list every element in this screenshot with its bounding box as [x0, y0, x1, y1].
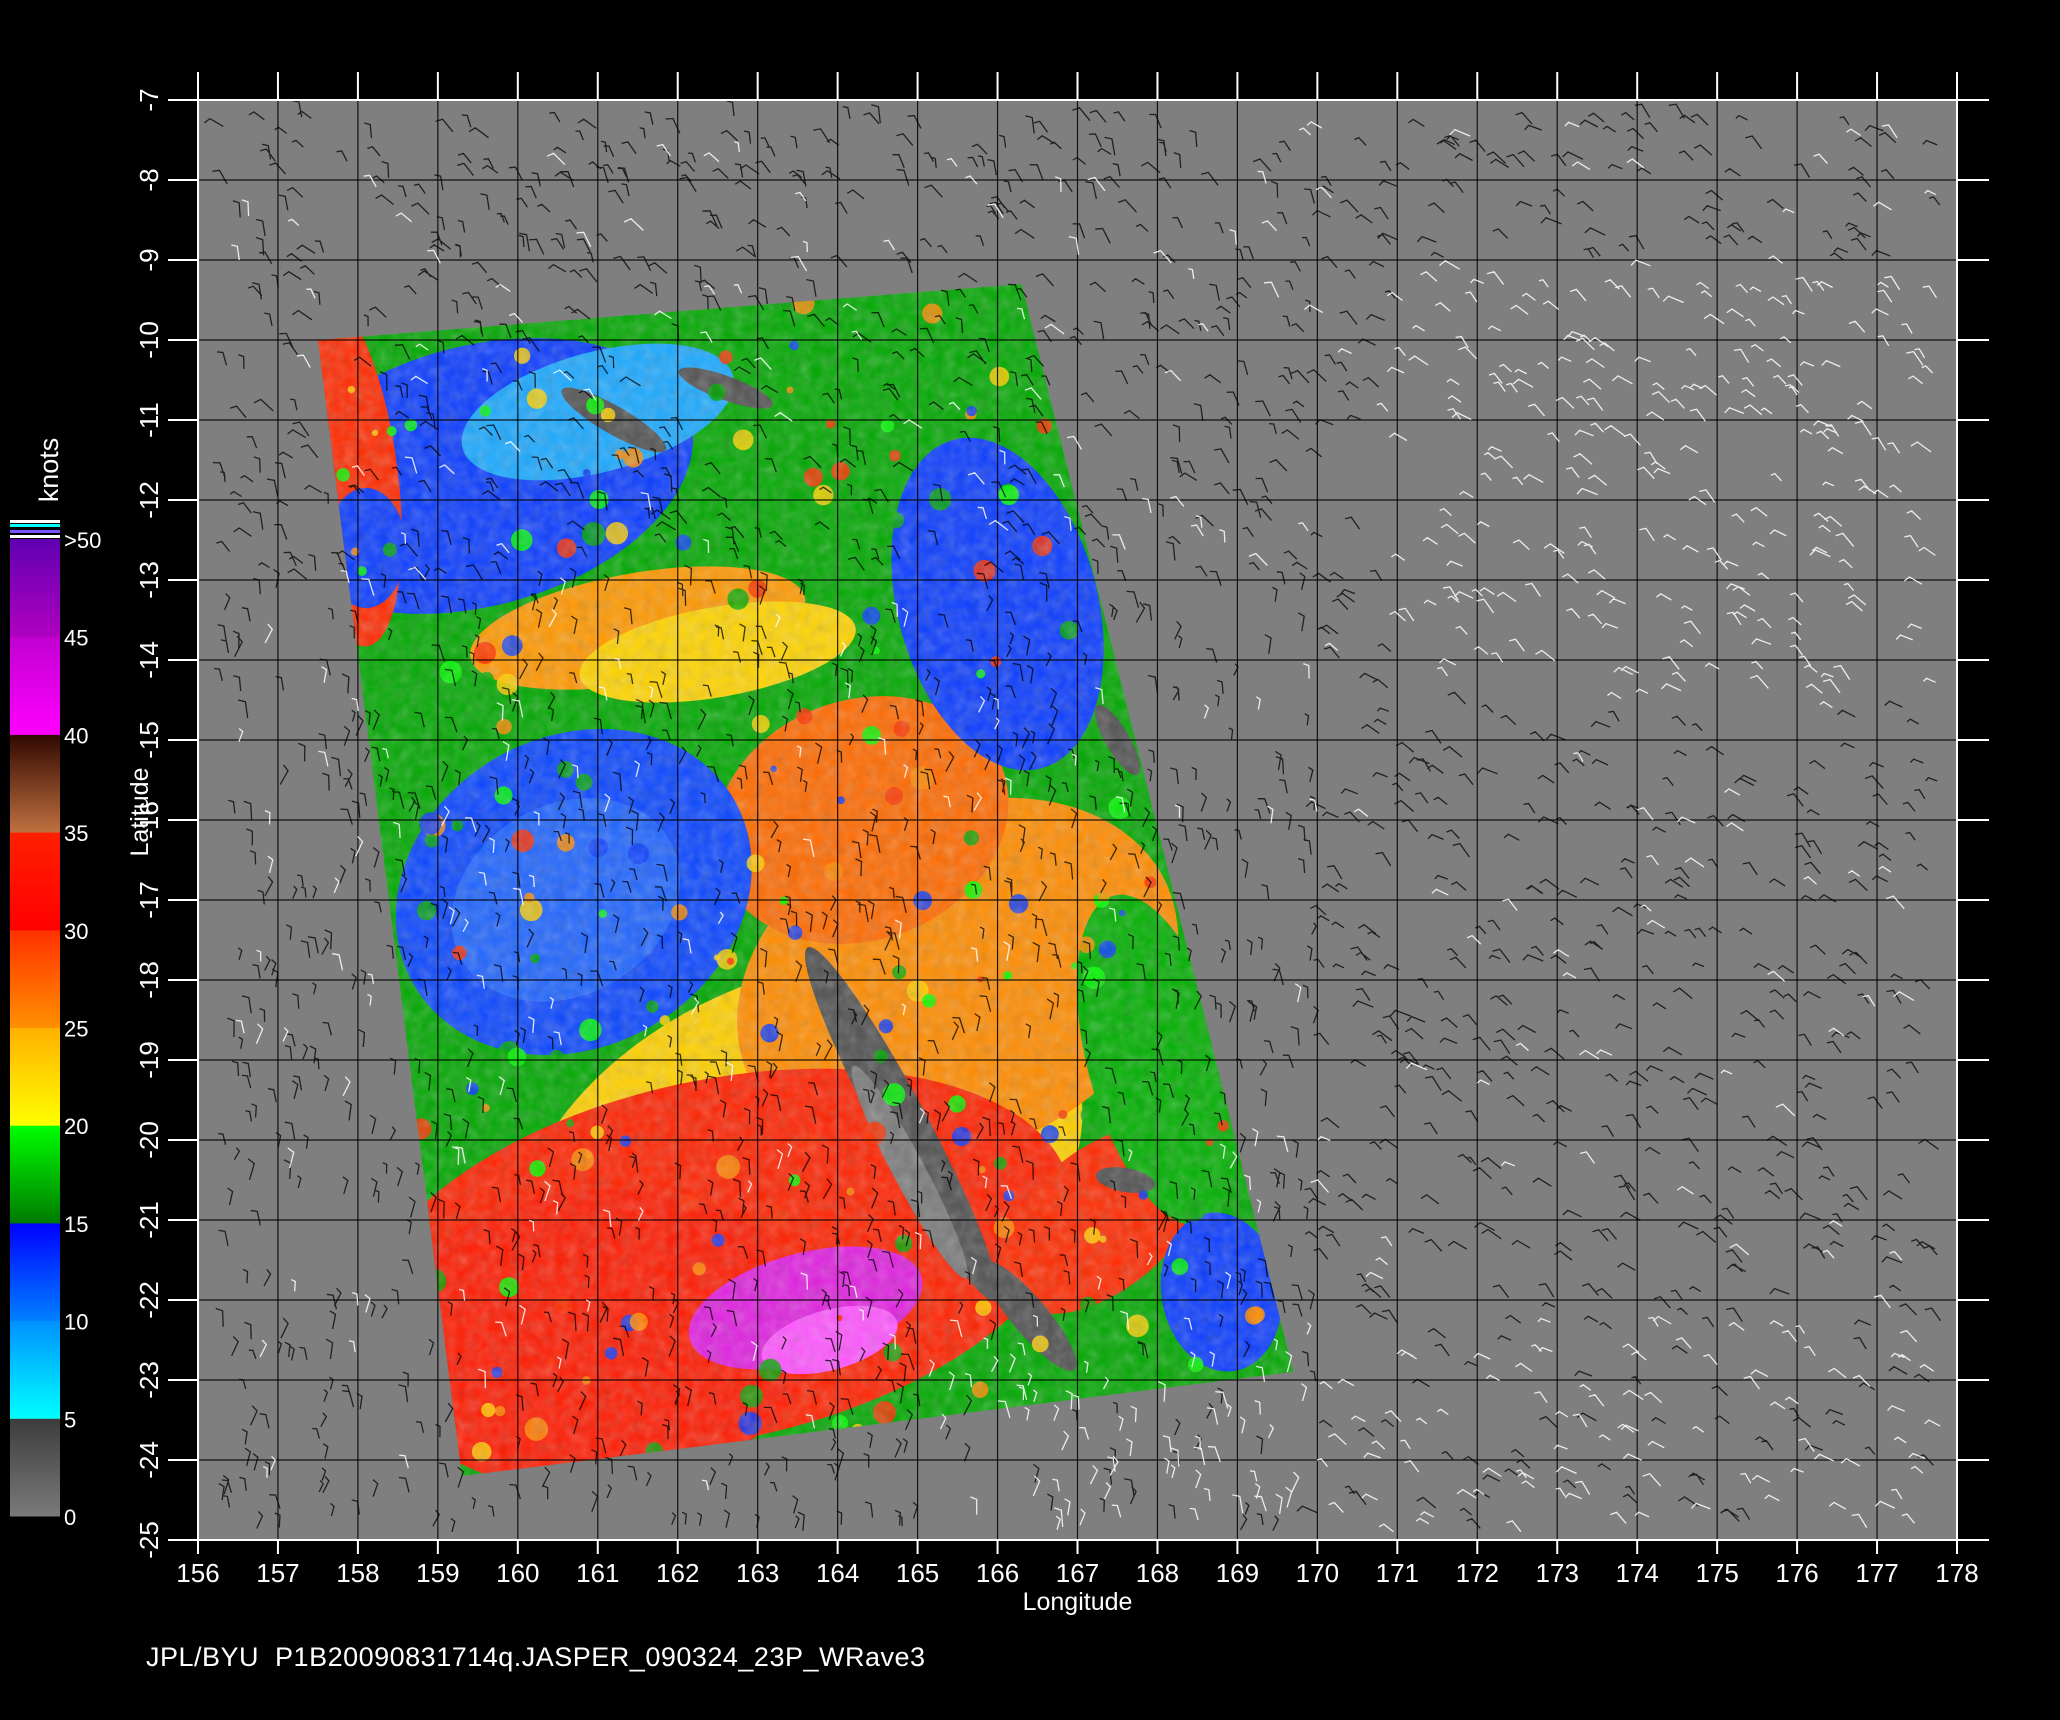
x-tick-label: 158: [336, 1558, 379, 1588]
y-tick-label: -11: [134, 402, 164, 438]
y-tick-label: -14: [134, 641, 164, 679]
x-tick-label: 170: [1296, 1558, 1339, 1588]
x-tick-label: 177: [1855, 1558, 1898, 1588]
wind-speed-map: 156 157 158 159 160 161 162 163 164 165 166 167 168 1…: [10, 72, 1989, 1616]
colorbar-overflow-stripe: [10, 530, 60, 533]
y-axis-label: Latitude: [126, 768, 154, 857]
x-tick-label: 169: [1216, 1558, 1259, 1588]
colorbar-tick-label: 25: [64, 1017, 88, 1042]
x-tick-label: 157: [256, 1558, 299, 1588]
x-tick-label: 171: [1376, 1558, 1419, 1588]
y-tick-label: -21: [134, 1201, 164, 1239]
y-tick-label: -7: [134, 88, 164, 111]
y-tick-label: -22: [134, 1281, 164, 1319]
y-tick-label: -25: [134, 1521, 164, 1559]
x-tick-label: 168: [1136, 1558, 1179, 1588]
product-id-label: JPL/BYU P1B20090831714q.JASPER_090324_23…: [146, 1642, 926, 1672]
x-tick-label: 162: [656, 1558, 699, 1588]
y-tick-label: -9: [134, 248, 164, 271]
colorbar-tick-label: 15: [64, 1212, 88, 1237]
x-tick-label: 159: [416, 1558, 459, 1588]
y-tick-label: -17: [134, 881, 164, 919]
colorbar-band: [10, 1125, 60, 1224]
colorbar-band: [10, 832, 60, 931]
x-tick-label: 163: [736, 1558, 779, 1588]
x-tick-label: 176: [1775, 1558, 1818, 1588]
colorbar-tick-label: >50: [64, 528, 101, 553]
x-tick-label: 156: [176, 1558, 219, 1588]
colorbar-tick-label: 30: [64, 919, 88, 944]
y-tick-label: -23: [134, 1361, 164, 1399]
y-tick-label: -13: [134, 561, 164, 599]
y-tick-label: -20: [134, 1121, 164, 1159]
x-tick-label: 172: [1456, 1558, 1499, 1588]
plot-area: [197, 99, 1958, 1541]
colorbar-tick-label: 5: [64, 1407, 76, 1432]
x-tick-label: 164: [816, 1558, 859, 1588]
colorbar-band: [10, 734, 60, 833]
colorbar-tick-label: 35: [64, 821, 88, 846]
colorbar-band: [10, 636, 60, 735]
x-tick-label: 174: [1615, 1558, 1658, 1588]
colorbar-tick-label: 10: [64, 1310, 88, 1335]
colorbar-tick-label: 20: [64, 1114, 88, 1139]
y-tick-label: -10: [134, 321, 164, 359]
x-tick-label: 173: [1536, 1558, 1579, 1588]
x-tick-label: 178: [1935, 1558, 1978, 1588]
x-tick-label: 167: [1056, 1558, 1099, 1588]
x-tick-label: 175: [1695, 1558, 1738, 1588]
x-tick-label: 166: [976, 1558, 1019, 1588]
colorbar-band: [10, 1320, 60, 1419]
colorbar-tick-label: 45: [64, 626, 88, 651]
y-tick-label: -24: [134, 1441, 164, 1479]
colorbar-overflow-stripe: [10, 520, 60, 523]
x-tick-label: 160: [496, 1558, 539, 1588]
y-tick-label: -19: [134, 1041, 164, 1079]
colorbar-overflow-stripe: [10, 524, 60, 527]
y-tick-label: -18: [134, 961, 164, 999]
colorbar-band: [10, 1222, 60, 1322]
colorbar-band: [10, 1027, 60, 1126]
colorbar: 0 5 10 15 20 25 30 35 40 45 >50knots: [10, 438, 101, 1530]
colorbar-overflow-stripe: [10, 535, 60, 538]
x-axis-label: Longitude: [1023, 1588, 1133, 1616]
x-tick-label: 165: [896, 1558, 939, 1588]
colorbar-band: [10, 539, 60, 638]
y-tick-label: -8: [134, 168, 164, 191]
colorbar-title: knots: [34, 438, 64, 503]
y-tick-label: -15: [134, 721, 164, 759]
colorbar-tick-label: 40: [64, 723, 88, 748]
y-tick-label: -12: [134, 481, 164, 519]
colorbar-tick-label: 0: [64, 1505, 76, 1530]
colorbar-band: [10, 929, 60, 1028]
colorbar-band: [10, 1418, 60, 1517]
x-tick-label: 161: [576, 1558, 619, 1588]
